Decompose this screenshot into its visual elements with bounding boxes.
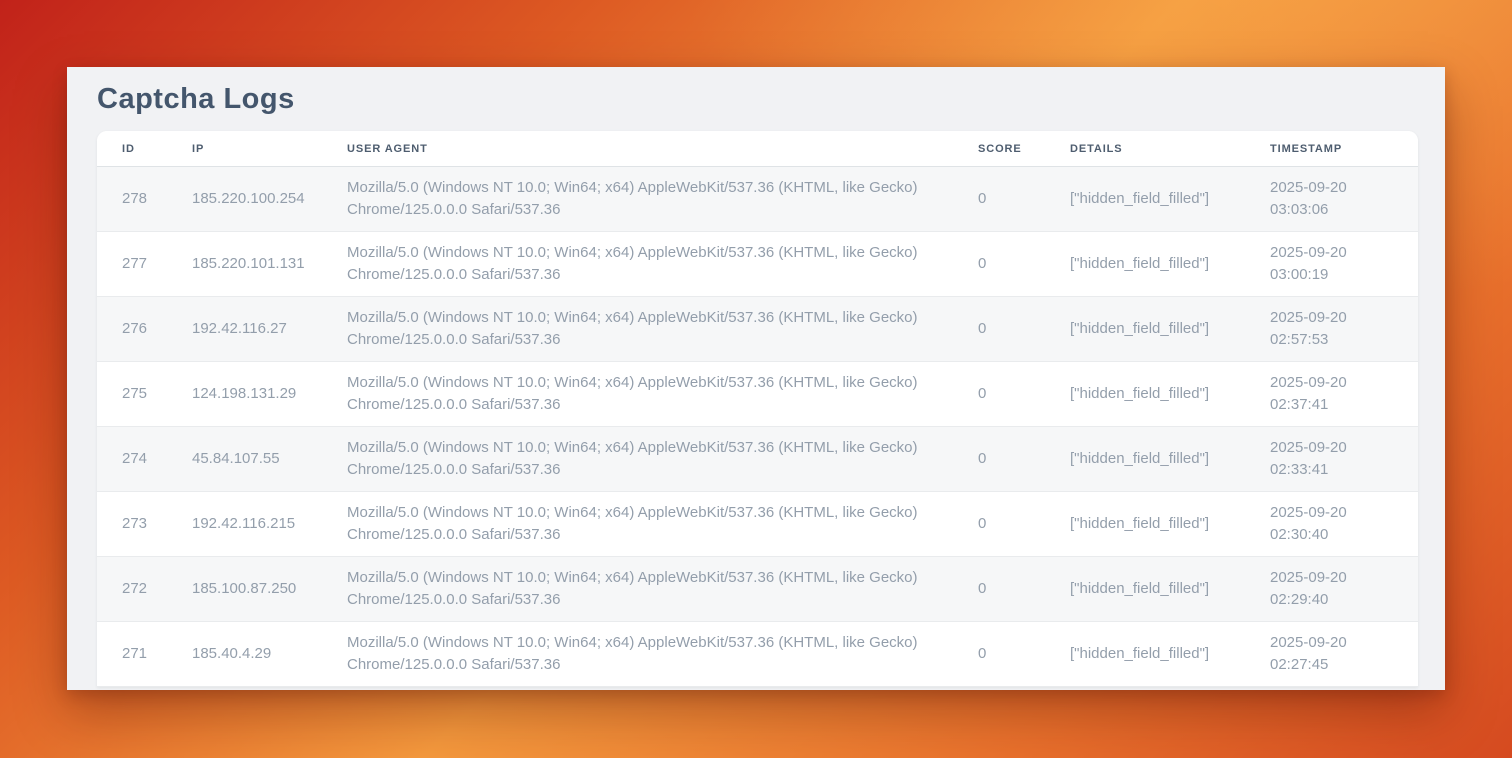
cell-timestamp: 2025-09-20 02:30:40 [1245, 492, 1418, 557]
cell-details: ["hidden_field_filled"] [1045, 232, 1245, 297]
column-header-user-agent: USER AGENT [322, 131, 953, 167]
cell-timestamp: 2025-09-20 02:57:53 [1245, 297, 1418, 362]
table-row: 273 192.42.116.215 Mozilla/5.0 (Windows … [97, 492, 1418, 557]
cell-id: 278 [97, 167, 167, 232]
captcha-logs-table: ID IP USER AGENT SCORE DETAILS TIMESTAMP… [97, 131, 1418, 687]
cell-details: ["hidden_field_filled"] [1045, 557, 1245, 622]
column-header-score: SCORE [953, 131, 1045, 167]
table-row: 274 45.84.107.55 Mozilla/5.0 (Windows NT… [97, 427, 1418, 492]
cell-score: 0 [953, 557, 1045, 622]
cell-score: 0 [953, 622, 1045, 687]
table-row: 276 192.42.116.27 Mozilla/5.0 (Windows N… [97, 297, 1418, 362]
page-title: Captcha Logs [97, 83, 1418, 116]
cell-details: ["hidden_field_filled"] [1045, 622, 1245, 687]
cell-details: ["hidden_field_filled"] [1045, 492, 1245, 557]
cell-user-agent: Mozilla/5.0 (Windows NT 10.0; Win64; x64… [322, 297, 953, 362]
cell-user-agent: Mozilla/5.0 (Windows NT 10.0; Win64; x64… [322, 492, 953, 557]
cell-ip: 185.40.4.29 [167, 622, 322, 687]
cell-id: 271 [97, 622, 167, 687]
cell-ip: 45.84.107.55 [167, 427, 322, 492]
cell-timestamp: 2025-09-20 03:00:19 [1245, 232, 1418, 297]
cell-score: 0 [953, 492, 1045, 557]
cell-score: 0 [953, 167, 1045, 232]
cell-id: 272 [97, 557, 167, 622]
cell-timestamp: 2025-09-20 02:27:45 [1245, 622, 1418, 687]
cell-score: 0 [953, 232, 1045, 297]
column-header-id: ID [97, 131, 167, 167]
cell-user-agent: Mozilla/5.0 (Windows NT 10.0; Win64; x64… [322, 167, 953, 232]
column-header-details: DETAILS [1045, 131, 1245, 167]
cell-user-agent: Mozilla/5.0 (Windows NT 10.0; Win64; x64… [322, 622, 953, 687]
column-header-timestamp: TIMESTAMP [1245, 131, 1418, 167]
table-row: 277 185.220.101.131 Mozilla/5.0 (Windows… [97, 232, 1418, 297]
captcha-logs-card: Captcha Logs ID IP USER AGENT SCORE DETA… [67, 67, 1445, 690]
cell-id: 274 [97, 427, 167, 492]
page-background: { "page": { "title": "Captcha Logs" }, "… [0, 0, 1512, 758]
cell-user-agent: Mozilla/5.0 (Windows NT 10.0; Win64; x64… [322, 232, 953, 297]
cell-ip: 192.42.116.215 [167, 492, 322, 557]
cell-timestamp: 2025-09-20 02:37:41 [1245, 362, 1418, 427]
cell-details: ["hidden_field_filled"] [1045, 167, 1245, 232]
cell-id: 275 [97, 362, 167, 427]
cell-details: ["hidden_field_filled"] [1045, 297, 1245, 362]
cell-score: 0 [953, 427, 1045, 492]
table-row: 278 185.220.100.254 Mozilla/5.0 (Windows… [97, 167, 1418, 232]
cell-timestamp: 2025-09-20 02:29:40 [1245, 557, 1418, 622]
cell-user-agent: Mozilla/5.0 (Windows NT 10.0; Win64; x64… [322, 557, 953, 622]
table-header: ID IP USER AGENT SCORE DETAILS TIMESTAMP [97, 131, 1418, 167]
cell-score: 0 [953, 362, 1045, 427]
column-header-ip: IP [167, 131, 322, 167]
cell-timestamp: 2025-09-20 03:03:06 [1245, 167, 1418, 232]
cell-score: 0 [953, 297, 1045, 362]
logs-table: ID IP USER AGENT SCORE DETAILS TIMESTAMP… [97, 131, 1418, 687]
table-row: 275 124.198.131.29 Mozilla/5.0 (Windows … [97, 362, 1418, 427]
cell-ip: 185.220.101.131 [167, 232, 322, 297]
header-row: ID IP USER AGENT SCORE DETAILS TIMESTAMP [97, 131, 1418, 167]
table-row: 272 185.100.87.250 Mozilla/5.0 (Windows … [97, 557, 1418, 622]
table-body: 278 185.220.100.254 Mozilla/5.0 (Windows… [97, 167, 1418, 687]
cell-timestamp: 2025-09-20 02:33:41 [1245, 427, 1418, 492]
cell-details: ["hidden_field_filled"] [1045, 427, 1245, 492]
cell-ip: 185.220.100.254 [167, 167, 322, 232]
cell-user-agent: Mozilla/5.0 (Windows NT 10.0; Win64; x64… [322, 427, 953, 492]
cell-id: 276 [97, 297, 167, 362]
cell-details: ["hidden_field_filled"] [1045, 362, 1245, 427]
table-row: 271 185.40.4.29 Mozilla/5.0 (Windows NT … [97, 622, 1418, 687]
cell-id: 273 [97, 492, 167, 557]
cell-ip: 124.198.131.29 [167, 362, 322, 427]
cell-id: 277 [97, 232, 167, 297]
cell-user-agent: Mozilla/5.0 (Windows NT 10.0; Win64; x64… [322, 362, 953, 427]
cell-ip: 185.100.87.250 [167, 557, 322, 622]
cell-ip: 192.42.116.27 [167, 297, 322, 362]
